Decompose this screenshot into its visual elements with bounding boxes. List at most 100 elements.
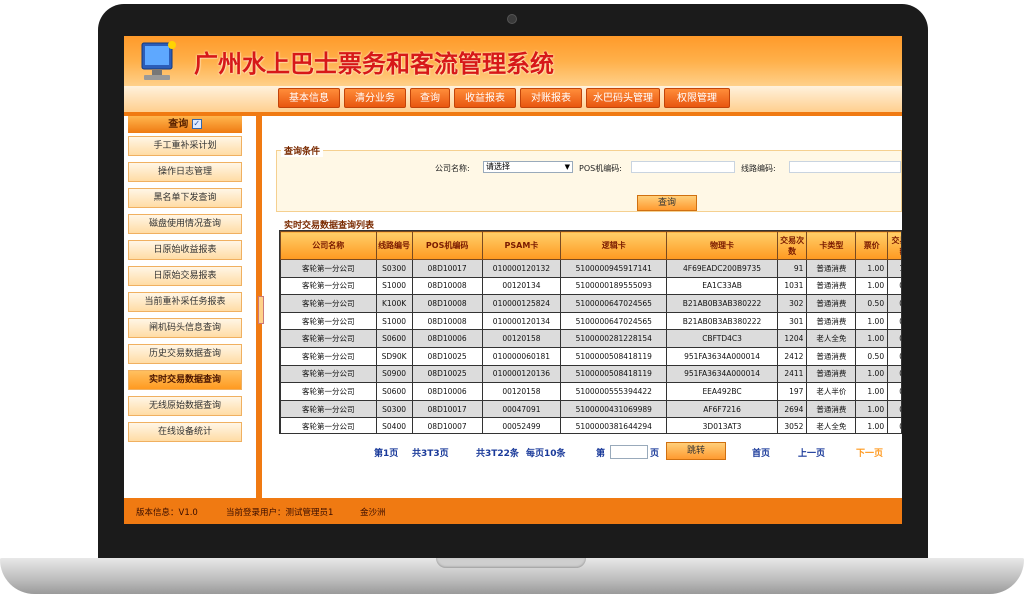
table-cell: 0.00 xyxy=(887,329,901,348)
table-cell: 老人半价 xyxy=(806,382,857,401)
table-cell: 5100000381644294 xyxy=(560,417,668,433)
table-cell: S0300 xyxy=(375,259,413,278)
table-cell: B21AB0B3AB380222 xyxy=(666,311,778,331)
sidebar-item[interactable]: 无线原始数据查询 xyxy=(128,396,242,416)
table-cell: 1031 xyxy=(776,276,808,296)
table-cell: 301 xyxy=(776,311,808,331)
line-input[interactable] xyxy=(789,161,901,173)
table-cell: S0900 xyxy=(375,364,413,384)
goto-suffix: 页 xyxy=(650,449,660,459)
total-records: 共3T22条 xyxy=(476,449,519,459)
table-cell: 1.00 xyxy=(887,259,901,278)
table-cell: 0.50 xyxy=(855,294,889,313)
table-cell: 2412 xyxy=(776,346,808,366)
table-row[interactable]: 客轮第一分公司 S0600 08D10006 00120158 510000028122… xyxy=(280,329,901,348)
table-cell: 0.80 xyxy=(887,399,901,419)
app-title: 广州水上巴士票务和客流管理系统 xyxy=(194,50,554,78)
checkbox-icon: ✓ xyxy=(191,119,202,129)
table-cell: 08D10017 xyxy=(411,259,483,278)
col-header: 交易次数 xyxy=(776,231,808,260)
sidebar-item[interactable]: 操作日志管理 xyxy=(128,162,242,182)
prev-page-link[interactable]: 上一页 xyxy=(798,446,825,459)
nav-query[interactable]: 查询 xyxy=(410,88,450,108)
col-header: POS机编码 xyxy=(411,231,483,260)
goto-button[interactable]: 跳转 xyxy=(666,442,726,460)
sidebar-item[interactable]: 日原始收益报表 xyxy=(128,240,242,260)
sidebar-item[interactable]: 历史交易数据查询 xyxy=(128,344,242,364)
pos-label: POS机编码: xyxy=(579,164,622,173)
table-row[interactable]: 客轮第一分公司 K100K 08D10008 010000125824 51000006… xyxy=(280,294,901,313)
app-screen: 广州水上巴士票务和客流管理系统 基本信息 清分业务 查询 收益报表 对账报表 水… xyxy=(124,36,902,524)
table-cell: 0.50 xyxy=(887,346,901,366)
table-cell: 302 xyxy=(776,294,808,313)
webcam xyxy=(507,14,517,24)
col-header: 公司名称 xyxy=(280,231,377,260)
computer-logo-icon xyxy=(141,41,176,80)
table-cell: 客轮第一分公司 xyxy=(280,364,377,384)
table-row[interactable]: 客轮第一分公司 S0400 08D10007 00052499 510000038164… xyxy=(280,417,901,433)
table-cell: 普通消费 xyxy=(806,346,857,366)
table-cell: EA1C33AB xyxy=(666,276,778,296)
col-header: 物理卡 xyxy=(666,231,778,260)
first-page-link[interactable]: 首页 xyxy=(752,446,770,459)
table-cell: 0.50 xyxy=(887,382,901,401)
table-cell: 客轮第一分公司 xyxy=(280,259,377,278)
table-row[interactable]: 客轮第一分公司 S0300 08D10017 010000120132 51000009… xyxy=(280,259,901,278)
nav-permissions[interactable]: 权限管理 xyxy=(664,88,730,108)
goto-page-input[interactable] xyxy=(610,445,648,459)
table-row[interactable]: 客轮第一分公司 SD90K 08D10025 010000060181 51000005… xyxy=(280,346,901,366)
table-cell: 客轮第一分公司 xyxy=(280,399,377,419)
table-cell: 1204 xyxy=(776,329,808,348)
table-cell: S0300 xyxy=(375,399,413,419)
sidebar-item[interactable]: 手工重补采计划 xyxy=(128,136,242,156)
pos-input[interactable] xyxy=(631,161,735,173)
table-cell: 00120134 xyxy=(481,276,562,296)
table-cell: 客轮第一分公司 xyxy=(280,346,377,366)
table-header-row: 公司名称 线路编号 POS机编码 PSAM卡 逻辑卡 物理卡 交易次数 卡类型 … xyxy=(280,231,901,260)
table-cell: 00052499 xyxy=(481,417,562,433)
table-row[interactable]: 客轮第一分公司 S0900 08D10025 010000120136 51000005… xyxy=(280,364,901,384)
table-cell: 5100000647024565 xyxy=(560,294,668,313)
table-cell: 08D10025 xyxy=(411,346,483,366)
table-cell: CBFTD4C3 xyxy=(666,329,778,348)
query-button[interactable]: 查询 xyxy=(637,195,697,211)
table-cell: 1.00 xyxy=(855,399,889,419)
nav-pier-management[interactable]: 水巴码头管理 xyxy=(586,88,660,108)
nav-revenue-report[interactable]: 收益报表 xyxy=(454,88,516,108)
sidebar-item-active[interactable]: 实时交易数据查询 xyxy=(128,370,242,390)
table-row[interactable]: 客轮第一分公司 S1000 08D10008 010000120134 51000006… xyxy=(280,311,901,331)
company-select[interactable]: 请选择 ▼ xyxy=(483,161,573,173)
table-cell: 客轮第一分公司 xyxy=(280,382,377,401)
sidebar-item[interactable]: 日原始交易报表 xyxy=(128,266,242,286)
table-cell: 0.50 xyxy=(887,294,901,313)
sidebar-item[interactable]: 在线设备统计 xyxy=(128,422,242,442)
sidebar-item[interactable]: 磁盘使用情况查询 xyxy=(128,214,242,234)
sidebar-item[interactable]: 黑名单下发查询 xyxy=(128,188,242,208)
table-cell: 1.00 xyxy=(855,364,889,384)
table-cell: 5100000647024565 xyxy=(560,311,668,331)
sidebar-item[interactable]: 闸机码头信息查询 xyxy=(128,318,242,338)
nav-clearing[interactable]: 清分业务 xyxy=(344,88,406,108)
sidebar: 查询 ✓ 手工重补采计划 操作日志管理 黑名单下发查询 磁盘使用情况查询 日原始… xyxy=(124,116,256,498)
col-header: 票价 xyxy=(855,231,889,260)
table-row[interactable]: 客轮第一分公司 S0300 08D10017 00047091 510000043106… xyxy=(280,399,901,419)
collapse-handle[interactable] xyxy=(258,296,264,324)
table-cell: 951FA3634A000014 xyxy=(666,364,778,384)
table-cell: 5100000508418119 xyxy=(560,346,668,366)
col-header: 线路编号 xyxy=(375,231,413,260)
next-page-link[interactable]: 下一页 xyxy=(856,446,883,459)
sidebar-header-label: 查询 xyxy=(168,119,189,130)
table-row[interactable]: 客轮第一分公司 S1000 08D10008 00120134 510000018955… xyxy=(280,276,901,296)
table-row[interactable]: 客轮第一分公司 S0600 08D10006 00120158 510000055539… xyxy=(280,382,901,401)
nav-basic-info[interactable]: 基本信息 xyxy=(278,88,340,108)
status-footer: 版本信息：V1.0 当前登录用户：测试管理员1 金沙洲 xyxy=(124,498,902,524)
app-header: 广州水上巴士票务和客流管理系统 xyxy=(124,36,902,86)
sidebar-header[interactable]: 查询 ✓ xyxy=(128,116,242,133)
table-cell: AF6F7216 xyxy=(666,399,778,419)
sidebar-item[interactable]: 当前重补采任务报表 xyxy=(128,292,242,312)
query-legend: 查询条件 xyxy=(281,144,324,157)
table-cell: 951FA3634A000014 xyxy=(666,346,778,366)
nav-reconcile-report[interactable]: 对账报表 xyxy=(520,88,582,108)
table-cell: 1.00 xyxy=(855,259,889,278)
company-label: 公司名称: xyxy=(435,164,470,173)
